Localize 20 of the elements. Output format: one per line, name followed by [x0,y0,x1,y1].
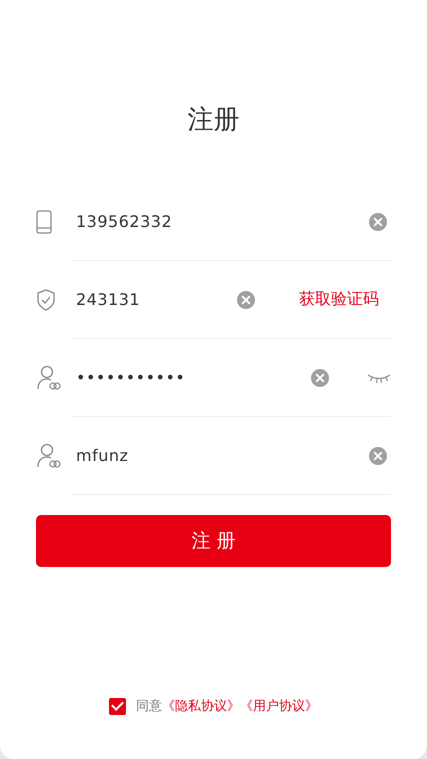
user-icon [36,443,62,469]
code-field[interactable]: 243131 [72,290,227,309]
closed-eye-icon[interactable] [367,372,391,384]
phone-icon [36,210,52,234]
page-title: 注册 [186,104,240,137]
agree-label: 同意 [136,698,162,715]
clear-icon[interactable] [369,446,387,464]
clear-icon[interactable] [311,368,329,386]
clear-icon[interactable] [369,212,387,230]
password-field[interactable]: ••••••••••• [72,368,301,387]
phone-field[interactable]: 139562332 [72,212,359,231]
username-field[interactable]: mfunz [72,446,359,465]
clear-icon[interactable] [237,290,255,308]
agreement-link[interactable]: 《隐私协议》 [162,697,240,715]
get-code-link[interactable]: 获取验证码 [299,289,379,310]
shield-icon [36,289,56,311]
user-icon [36,365,62,391]
agreement-link[interactable]: 《用户协议》 [240,697,318,715]
agree-checkbox[interactable] [109,698,126,714]
register-button[interactable]: 注 册 [36,515,391,567]
